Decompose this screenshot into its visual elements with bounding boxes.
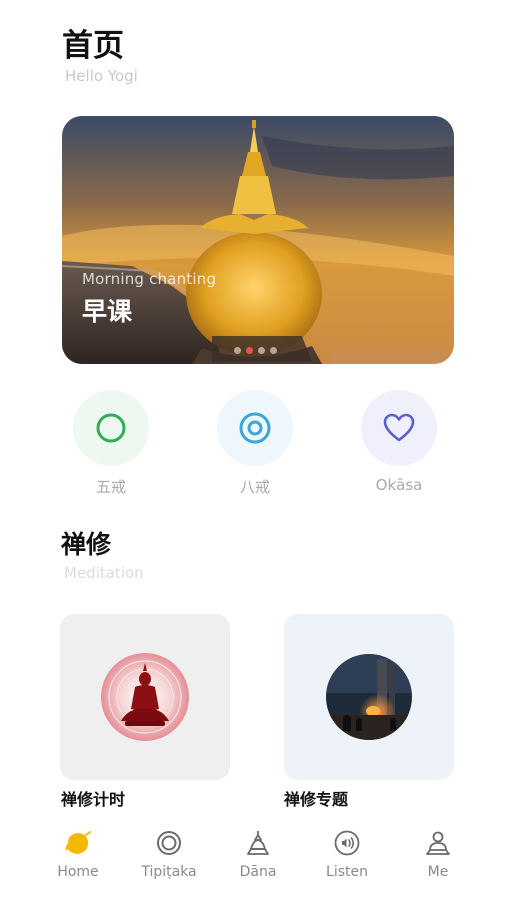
carousel-dot xyxy=(258,347,265,354)
tab-me[interactable]: Me xyxy=(393,826,483,880)
quick-action-circle xyxy=(217,390,293,466)
temple-photo xyxy=(326,654,412,740)
tab-label: Listen xyxy=(326,864,368,880)
carousel-indicator xyxy=(234,347,277,354)
quick-action-label: Okāsa xyxy=(375,476,423,494)
section-subtitle: Meditation xyxy=(64,564,144,582)
quick-action-label: 八戒 xyxy=(239,478,270,496)
tab-dana[interactable]: Dāna xyxy=(213,826,303,880)
double-ring-icon xyxy=(239,412,271,444)
ring-icon xyxy=(96,413,126,443)
bell-leaf-icon xyxy=(65,831,91,854)
meditation-timer-label: 禅修计时 xyxy=(61,790,126,809)
meditation-timer-card[interactable] xyxy=(60,614,230,780)
quick-action-circle xyxy=(361,390,437,466)
tab-label: Dāna xyxy=(239,864,277,880)
tab-label: Home xyxy=(57,864,99,880)
quick-action-label: 五戒 xyxy=(95,478,126,496)
page-title: 首页 xyxy=(62,28,124,64)
banner-caption: Morning chanting xyxy=(82,270,217,288)
carousel-dot-active xyxy=(246,347,253,354)
meditation-topics-label: 禅修专题 xyxy=(284,790,349,809)
bottom-tab-bar: Home Tipiṭaka Dāna Listen Me xyxy=(0,820,507,900)
banner-title: 早课 xyxy=(82,297,133,326)
monk-icon xyxy=(426,831,450,855)
quick-action-circle xyxy=(73,390,149,466)
meditation-topics-card[interactable] xyxy=(284,614,454,780)
carousel-dot xyxy=(234,347,241,354)
quick-action-okasa[interactable]: Okāsa xyxy=(361,390,437,494)
buddha-icon xyxy=(101,653,189,741)
banner-carousel[interactable]: Morning chanting 早课 xyxy=(62,116,454,364)
ring-icon xyxy=(157,831,181,855)
heart-icon xyxy=(383,413,415,442)
tab-label: Me xyxy=(427,864,449,880)
audio-icon xyxy=(334,830,360,856)
stupa-icon xyxy=(247,831,269,855)
tab-label: Tipiṭaka xyxy=(141,864,197,880)
quick-action-eight-precepts[interactable]: 八戒 xyxy=(217,390,293,497)
quick-action-five-precepts[interactable]: 五戒 xyxy=(73,390,149,497)
page-subtitle: Hello Yogi xyxy=(65,67,138,85)
tab-listen[interactable]: Listen xyxy=(302,826,392,880)
carousel-dot xyxy=(270,347,277,354)
tab-home[interactable]: Home xyxy=(33,826,123,880)
tab-tipitaka[interactable]: Tipiṭaka xyxy=(124,826,214,880)
section-title: 禅修 xyxy=(61,530,112,559)
